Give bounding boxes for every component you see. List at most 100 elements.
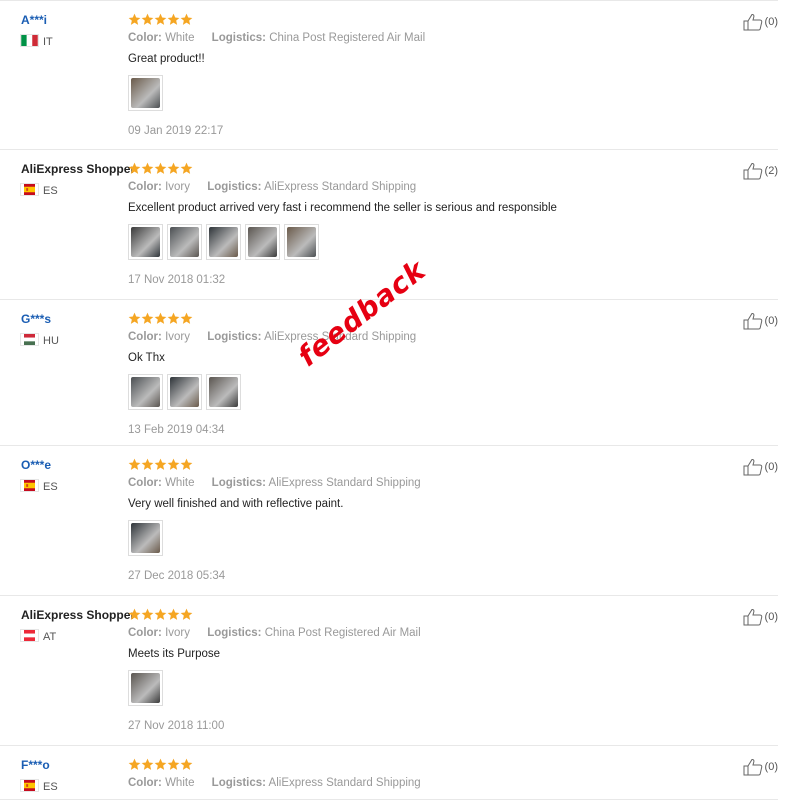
spain-flag-icon: [21, 184, 43, 198]
star-rating: [128, 312, 193, 326]
review-date: 27 Nov 2018 11:00: [128, 720, 225, 732]
review-photo-thumbnail[interactable]: [167, 374, 202, 410]
review-text: Excellent product arrived very fast i re…: [128, 202, 557, 214]
review-text: Ok Thx: [128, 352, 165, 364]
helpful-count: (0): [764, 16, 778, 28]
review-photos: [128, 75, 167, 111]
reviewer-name[interactable]: G***s: [21, 312, 51, 326]
helpful-button[interactable]: (0): [743, 458, 778, 476]
reviewer-name[interactable]: O***e: [21, 458, 51, 472]
helpful-count: (0): [764, 611, 778, 623]
hungary-flag-icon: [21, 334, 43, 348]
logistics-value: China Post Registered Air Mail: [269, 32, 426, 44]
color-label: Color:: [128, 331, 162, 343]
order-info: Color: White Logistics: AliExpress Stand…: [128, 777, 435, 789]
order-info: Color: Ivory Logistics: AliExpress Stand…: [128, 331, 430, 343]
review-photo-thumbnail[interactable]: [284, 224, 319, 260]
order-info: Color: Ivory Logistics: China Post Regis…: [128, 627, 435, 639]
thumbs-up-icon[interactable]: [743, 458, 763, 476]
review-item: G***s HU Color: Ivory Logistics: AliExpr…: [0, 300, 778, 446]
star-icon: [141, 312, 154, 324]
thumbs-up-icon[interactable]: [743, 13, 763, 31]
star-icon: [180, 758, 193, 770]
thumbs-up-icon[interactable]: [743, 162, 763, 180]
star-icon: [141, 608, 154, 620]
review-photo-thumbnail[interactable]: [167, 224, 202, 260]
star-icon: [154, 13, 167, 25]
country-code: ES: [43, 481, 58, 493]
review-date: 09 Jan 2019 22:17: [128, 125, 224, 137]
spain-flag-icon: [21, 780, 43, 794]
review-date: 27 Dec 2018 05:34: [128, 570, 226, 582]
reviewer-name[interactable]: F***o: [21, 758, 50, 772]
order-info: Color: White Logistics: China Post Regis…: [128, 32, 439, 44]
star-icon: [180, 13, 193, 25]
star-icon: [180, 162, 193, 174]
star-icon: [167, 608, 180, 620]
reviewer-name: AliExpress Shopper: [21, 162, 136, 176]
color-label: Color:: [128, 777, 162, 789]
star-icon: [128, 162, 141, 174]
star-rating: [128, 162, 193, 176]
star-icon: [167, 458, 180, 470]
helpful-count: (0): [764, 761, 778, 773]
star-icon: [180, 312, 193, 324]
logistics-label: Logistics:: [211, 477, 266, 489]
helpful-button[interactable]: (2): [743, 162, 778, 180]
review-photo-thumbnail[interactable]: [206, 374, 241, 410]
review-photo-thumbnail[interactable]: [128, 224, 163, 260]
reviewer-country: AT: [21, 630, 56, 644]
country-code: AT: [43, 631, 57, 643]
logistics-label: Logistics:: [211, 32, 266, 44]
helpful-button[interactable]: (0): [743, 13, 778, 31]
order-info: Color: White Logistics: AliExpress Stand…: [128, 477, 435, 489]
color-label: Color:: [128, 181, 162, 193]
thumbs-up-icon[interactable]: [743, 758, 763, 776]
color-label: Color:: [128, 627, 162, 639]
star-icon: [141, 458, 154, 470]
helpful-button[interactable]: (0): [743, 608, 778, 626]
logistics-label: Logistics:: [207, 181, 262, 193]
star-icon: [128, 608, 141, 620]
review-text: Very well finished and with reflective p…: [128, 498, 344, 510]
review-photo-thumbnail[interactable]: [128, 374, 163, 410]
helpful-count: (2): [764, 165, 778, 177]
review-photo-thumbnail[interactable]: [128, 520, 163, 556]
star-icon: [128, 758, 141, 770]
star-icon: [167, 312, 180, 324]
color-label: Color:: [128, 477, 162, 489]
review-photo-thumbnail[interactable]: [128, 670, 163, 706]
color-value: Ivory: [165, 181, 190, 193]
reviewer-name[interactable]: A***i: [21, 13, 47, 27]
star-icon: [154, 758, 167, 770]
review-item: O***e ES Color: White Logistics: AliExpr…: [0, 446, 778, 596]
helpful-button[interactable]: (0): [743, 758, 778, 776]
star-rating: [128, 13, 193, 27]
star-icon: [154, 162, 167, 174]
review-photo-thumbnail[interactable]: [245, 224, 280, 260]
country-code: IT: [43, 36, 53, 48]
thumbs-up-icon[interactable]: [743, 312, 763, 330]
color-label: Color:: [128, 32, 162, 44]
thumbs-up-icon[interactable]: [743, 608, 763, 626]
star-icon: [128, 13, 141, 25]
star-rating: [128, 458, 193, 472]
star-icon: [141, 162, 154, 174]
review-text: Great product!!: [128, 53, 205, 65]
review-photo-thumbnail[interactable]: [128, 75, 163, 111]
star-icon: [167, 162, 180, 174]
helpful-count: (0): [764, 315, 778, 327]
reviewer-name: AliExpress Shopper: [21, 608, 136, 622]
review-item: AliExpress Shopper AT Color: Ivory Logis…: [0, 596, 778, 746]
order-info: Color: Ivory Logistics: AliExpress Stand…: [128, 181, 430, 193]
logistics-value: AliExpress Standard Shipping: [268, 777, 421, 789]
logistics-label: Logistics:: [211, 777, 266, 789]
star-rating: [128, 758, 193, 772]
star-icon: [128, 312, 141, 324]
review-item: A***i IT Color: White Logistics: China P…: [0, 0, 778, 150]
review-photo-thumbnail[interactable]: [206, 224, 241, 260]
color-value: Ivory: [165, 331, 190, 343]
helpful-button[interactable]: (0): [743, 312, 778, 330]
star-icon: [154, 608, 167, 620]
austria-flag-icon: [21, 630, 43, 644]
